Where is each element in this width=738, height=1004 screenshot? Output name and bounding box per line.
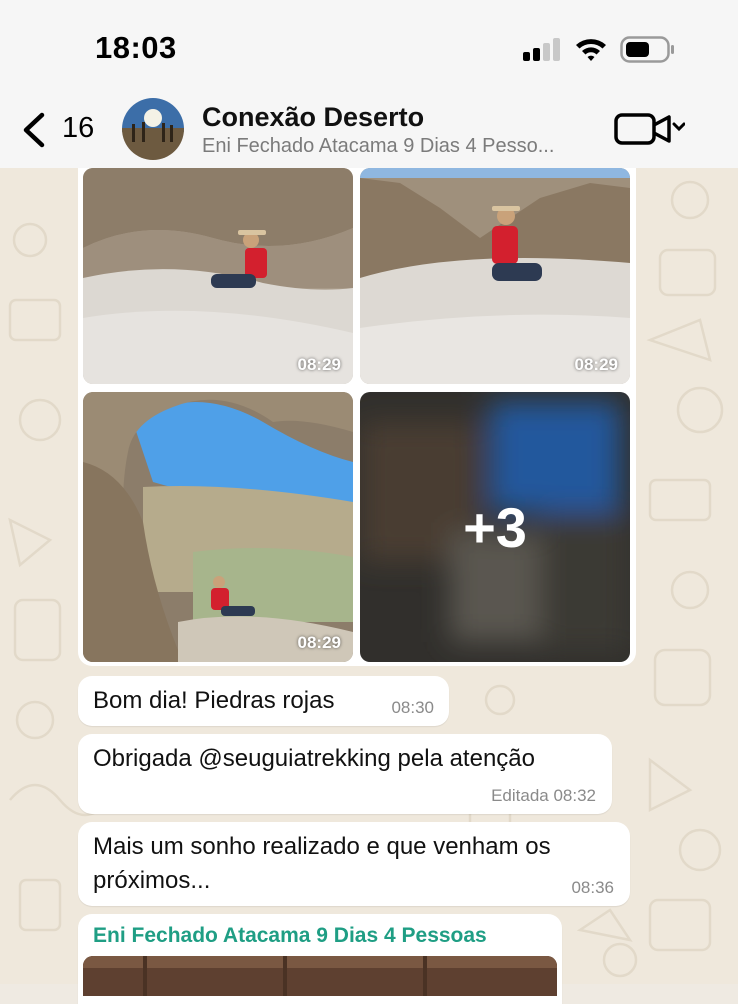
chat-header: 16 Conexão Deserto Eni Fechado Atacama 9… [0,92,738,168]
message-text-line1: Mais um sonho realizado e que venham os [93,833,551,860]
album-photo-1[interactable]: 08:29 [83,168,353,384]
photo-timestamp: 08:29 [297,633,341,652]
album-photo-3[interactable]: 08:29 [83,392,353,662]
album-photo-2[interactable]: 08:29 [360,168,630,384]
message-text: Obrigada @seuguiatrekking pela atenção [93,745,535,772]
group-avatar[interactable] [122,98,184,160]
message-time: 08:36 [571,878,614,897]
message-text-line2: próximos... [93,867,211,894]
message-bubble[interactable]: Obrigada @seuguiatrekking pela atenção E… [78,734,612,814]
message-bubble[interactable]: Bom dia! Piedras rojas 08:30 [78,676,449,726]
group-name[interactable]: Conexão Deserto [202,102,424,133]
unread-chats-count[interactable]: 16 [62,112,94,145]
back-chevron-icon[interactable] [20,112,48,148]
message-bubble[interactable]: Mais um sonho realizado e que venham os … [78,822,630,906]
message-image-preview[interactable] [83,956,557,996]
album-more-photos[interactable]: +3 [360,392,630,662]
sender-name[interactable]: Eni Fechado Atacama 9 Dias 4 Pessoas [93,924,487,948]
group-subtitle[interactable]: Eni Fechado Atacama 9 Dias 4 Pesso... [202,135,597,158]
video-call-icon[interactable] [613,112,685,146]
wifi-icon [576,39,606,61]
message-time: 08:30 [391,698,434,717]
message-text: Bom dia! Piedras rojas [93,687,335,714]
status-bar: 18:03 [0,0,738,92]
cellular-signal-icon [523,38,560,61]
message-bubble[interactable]: Eni Fechado Atacama 9 Dias 4 Pessoas [78,914,562,1004]
status-time: 18:03 [95,30,177,65]
photo-timestamp: 08:29 [574,355,618,374]
more-photos-count: +3 [463,495,527,559]
message-time-edited: Editada 08:32 [491,786,596,805]
photo-timestamp: 08:29 [297,355,341,374]
battery-icon [620,36,674,63]
image-preview-graphic [83,956,557,996]
photo-album-message[interactable]: 08:29 08:29 08:29 +3 [78,168,636,666]
